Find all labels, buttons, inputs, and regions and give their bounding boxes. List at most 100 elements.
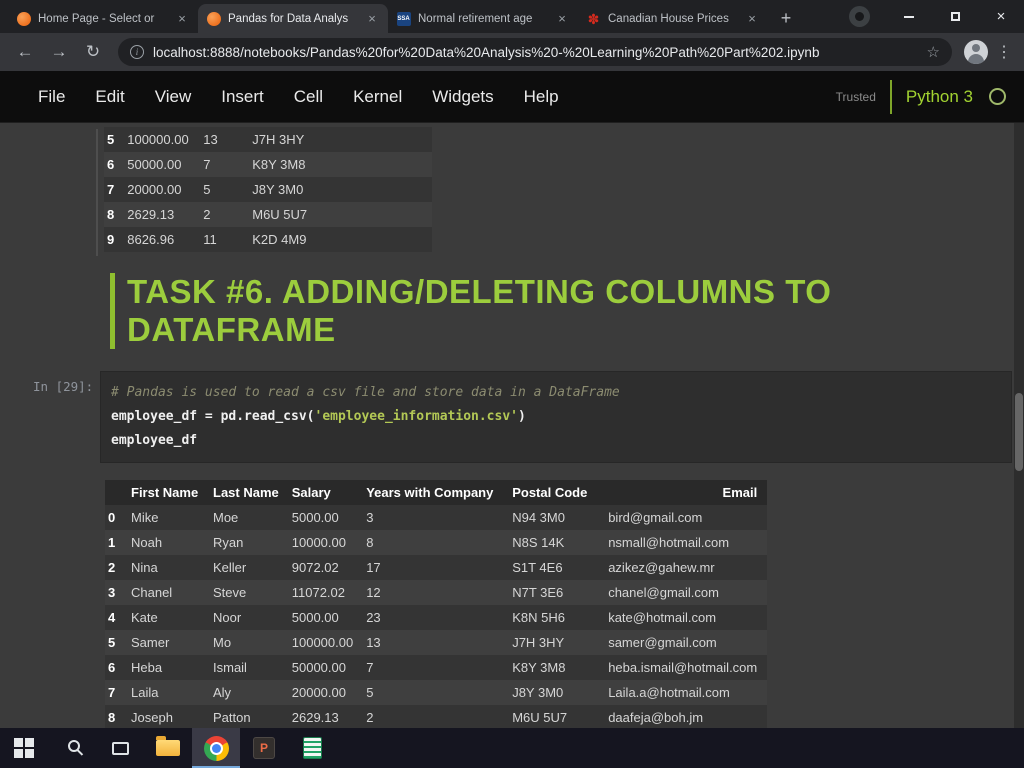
table-row: 1 Noah Ryan 10000.00 8 N8S 14K nsmall@hotmail.… bbox=[105, 530, 768, 555]
chrome-icon bbox=[203, 735, 229, 761]
browser-toolbar: ← → ↻ i localhost:8888/notebooks/Pandas%… bbox=[0, 33, 1024, 71]
table-cell: Samer bbox=[131, 635, 170, 650]
kernel-name: Python 3 bbox=[905, 86, 973, 106]
taskbar-start-button[interactable] bbox=[0, 728, 48, 768]
dataframe-table: First Name Last Name Salary Years with Comp… bbox=[105, 480, 768, 728]
menu-file[interactable]: File bbox=[23, 87, 80, 107]
taskbar-task-view-button[interactable] bbox=[96, 728, 144, 768]
tab-close-icon[interactable]: × bbox=[554, 11, 570, 27]
table-row: 2 Nina Keller 9072.02 17 S1T 4E6 azikez@gahew.… bbox=[105, 555, 768, 580]
maximize-button[interactable] bbox=[932, 0, 978, 33]
table-row: 7 20000.00 5 J8Y 3M0 bbox=[104, 177, 433, 202]
table-cell: 7 bbox=[366, 660, 374, 675]
table-cell: bird@gmail.com bbox=[608, 510, 703, 525]
menu-insert[interactable]: Insert bbox=[206, 87, 279, 107]
menu-help[interactable]: Help bbox=[509, 87, 574, 107]
table-cell: nsmall@hotmail.com bbox=[608, 535, 730, 550]
taskbar-powerpoint-button[interactable]: P bbox=[240, 728, 288, 768]
table-cell: 8626.96 bbox=[127, 232, 175, 247]
table-cell: Nina bbox=[131, 560, 158, 575]
search-icon bbox=[68, 740, 80, 752]
kernel-indicator-area: Trusted Python 3 bbox=[836, 79, 1006, 114]
taskbar: P bbox=[0, 728, 1024, 768]
table-cell: 2629.13 bbox=[291, 710, 339, 725]
string-literal: 'employee_information.csv' bbox=[314, 409, 519, 424]
screen: Home Page - Select or × Pandas for Data … bbox=[0, 0, 1024, 768]
table-cell: 5 bbox=[108, 635, 116, 650]
table-cell: 13 bbox=[366, 635, 381, 650]
table-cell: K8Y 3M8 bbox=[252, 157, 306, 172]
column-header: Email bbox=[722, 485, 758, 500]
table-header-row: First Name Last Name Salary Years with Comp… bbox=[105, 480, 768, 505]
table-cell: 4 bbox=[108, 610, 116, 625]
table-cell: Moe bbox=[213, 510, 239, 525]
taskbar-excel-button[interactable] bbox=[288, 728, 336, 768]
notebook-area: 5 100000.00 13 J7H 3HY 6 50000.00 7 K8Y 3M8 7 200… bbox=[0, 123, 1024, 728]
tab-title: Home Page - Select or bbox=[38, 12, 155, 25]
new-tab-button[interactable]: + bbox=[772, 5, 800, 33]
tab-close-icon[interactable]: × bbox=[364, 11, 380, 27]
page-info-icon[interactable]: i bbox=[130, 45, 144, 59]
tab-home-page[interactable]: Home Page - Select or × bbox=[8, 4, 198, 33]
tab-pandas-notebook[interactable]: Pandas for Data Analys × bbox=[198, 4, 388, 33]
browser-menu-icon[interactable]: ⋮ bbox=[992, 42, 1016, 62]
table-cell: 9 bbox=[107, 232, 115, 247]
folder-icon bbox=[156, 736, 180, 756]
table-cell: 3 bbox=[366, 510, 374, 525]
table-cell: N7T 3E6 bbox=[512, 585, 564, 600]
menu-cell[interactable]: Cell bbox=[279, 87, 338, 107]
screen-record-indicator-icon[interactable] bbox=[849, 6, 870, 27]
taskbar-chrome-button[interactable] bbox=[192, 728, 240, 768]
column-header: First Name bbox=[131, 485, 199, 500]
table-cell: 5 bbox=[203, 182, 211, 197]
tab-close-icon[interactable]: × bbox=[174, 11, 190, 27]
table-cell: 9072.02 bbox=[291, 560, 339, 575]
excel-icon bbox=[302, 737, 322, 759]
bookmark-star-icon[interactable]: ☆ bbox=[927, 43, 940, 61]
table-row: 5 Samer Mo 100000.00 13 J7H 3HY samer@gmail.co… bbox=[105, 630, 768, 655]
table-cell: 20000.00 bbox=[291, 685, 346, 700]
menu-view[interactable]: View bbox=[140, 87, 207, 107]
table-cell: 8 bbox=[107, 207, 115, 222]
back-icon[interactable]: ← bbox=[10, 37, 40, 67]
jupyter-menubar: File Edit View Insert Cell Kernel Widget… bbox=[0, 71, 1024, 123]
table-cell: Kate bbox=[131, 610, 158, 625]
menu-kernel[interactable]: Kernel bbox=[338, 87, 417, 107]
address-bar[interactable]: i localhost:8888/notebooks/Pandas%20for%… bbox=[118, 38, 952, 66]
table-cell: N8S 14K bbox=[512, 535, 565, 550]
tab-title: Pandas for Data Analys bbox=[228, 12, 349, 25]
table-cell: J8Y 3M0 bbox=[252, 182, 304, 197]
menu-widgets[interactable]: Widgets bbox=[417, 87, 508, 107]
code-comment: # Pandas is used to read a csv file and … bbox=[111, 385, 620, 400]
code-input-area[interactable]: # Pandas is used to read a csv file and … bbox=[100, 371, 1012, 463]
taskbar-search-button[interactable] bbox=[48, 728, 96, 768]
scrollbar-thumb[interactable] bbox=[1015, 393, 1023, 471]
task-heading: TASK #6. ADDING/DELETING COLUMNS TO DATA… bbox=[110, 273, 872, 349]
markdown-cell[interactable]: TASK #6. ADDING/DELETING COLUMNS TO DATA… bbox=[110, 273, 872, 349]
table-cell: 23 bbox=[366, 610, 381, 625]
tab-close-icon[interactable]: × bbox=[744, 11, 760, 27]
table-cell: Laila.a@hotmail.com bbox=[608, 685, 730, 700]
forward-icon[interactable]: → bbox=[44, 37, 74, 67]
table-row: 8 Joseph Patton 2629.13 2 M6U 5U7 daafeja@boh.… bbox=[105, 705, 768, 728]
table-cell: 100000.00 bbox=[127, 132, 189, 147]
table-row: 3 Chanel Steve 11072.02 12 N7T 3E6 chanel@gmai… bbox=[105, 580, 768, 605]
tab-canadian-house-prices[interactable]: ✽ Canadian House Prices × bbox=[578, 4, 768, 33]
tab-retirement-age[interactable]: SSA Normal retirement age × bbox=[388, 4, 578, 33]
tab-title: Canadian House Prices bbox=[608, 12, 729, 25]
table-cell: chanel@gmail.com bbox=[608, 585, 719, 600]
minimize-button[interactable] bbox=[886, 0, 932, 33]
taskbar-file-explorer-button[interactable] bbox=[144, 728, 192, 768]
menu-edit[interactable]: Edit bbox=[80, 87, 139, 107]
table-cell: J8Y 3M0 bbox=[512, 685, 564, 700]
table-cell: 5 bbox=[366, 685, 374, 700]
table-cell: N94 3M0 bbox=[512, 510, 565, 525]
table-row: 0 Mike Moe 5000.00 3 N94 3M0 bird@gmail.com bbox=[105, 505, 768, 530]
reload-icon[interactable]: ↻ bbox=[78, 37, 108, 67]
table-cell: 8 bbox=[366, 535, 374, 550]
page-scrollbar[interactable] bbox=[1014, 123, 1024, 728]
close-button[interactable]: × bbox=[978, 0, 1024, 33]
profile-avatar[interactable] bbox=[964, 40, 988, 64]
table-row: 7 Laila Aly 20000.00 5 J8Y 3M0 Laila.a@hotmail… bbox=[105, 680, 768, 705]
table-cell: 20000.00 bbox=[127, 182, 182, 197]
